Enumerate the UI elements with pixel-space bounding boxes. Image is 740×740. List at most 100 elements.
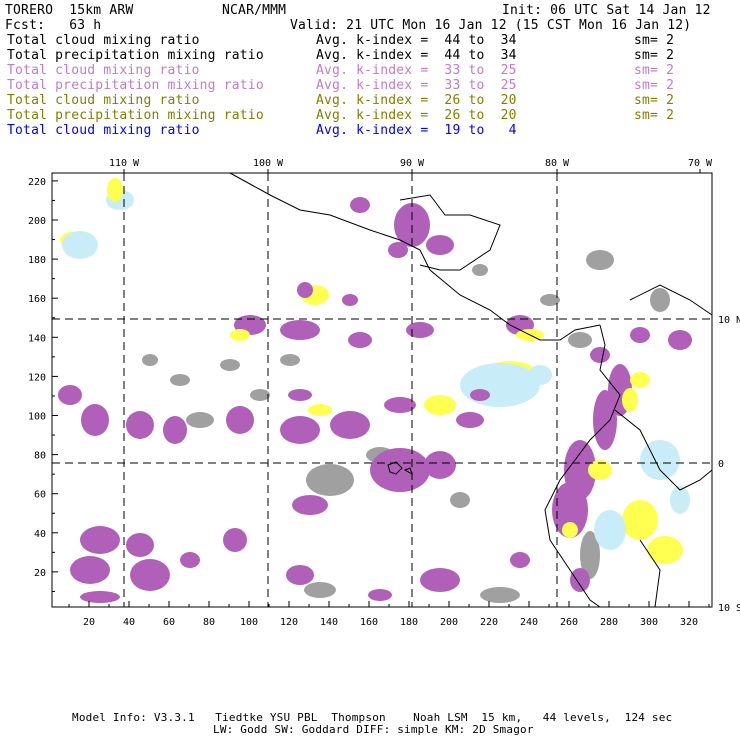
cloud-yellow xyxy=(107,178,123,202)
x-tick-label: 240 xyxy=(520,617,538,628)
cloud-gray xyxy=(280,354,300,366)
cloud-purple xyxy=(288,389,312,401)
cloud-purple xyxy=(470,389,490,401)
cloud-purple xyxy=(130,559,170,591)
cloud-gray xyxy=(220,359,240,371)
x-tick-label: 200 xyxy=(440,617,458,628)
cloud-purple xyxy=(570,568,590,592)
y-tick-label: 180 xyxy=(28,255,46,266)
cloud-gray xyxy=(306,464,354,496)
cloud-purple xyxy=(297,282,313,298)
y-tick-label: 20 xyxy=(34,568,46,579)
x-tick-label: 280 xyxy=(600,617,618,628)
x-tick-label: 260 xyxy=(560,617,578,628)
cloud-purple xyxy=(330,411,370,439)
x-tick-label: 180 xyxy=(400,617,418,628)
y-tick-label: 120 xyxy=(28,372,46,383)
cloud-purple xyxy=(384,397,416,413)
cloud-purple xyxy=(81,404,109,436)
cloud-purple xyxy=(420,568,460,592)
cloud-purple xyxy=(280,320,320,340)
footer-physics-info: LW: Godd SW: Goddard DIFF: simple KM: 2D… xyxy=(213,723,534,736)
x-tick-label: 120 xyxy=(280,617,298,628)
cloud-purple xyxy=(126,533,154,557)
x-tick-label: 60 xyxy=(163,617,175,628)
cloud-yellow xyxy=(630,372,650,388)
cloud-gray xyxy=(186,412,214,428)
y-tick-label: 60 xyxy=(34,490,46,501)
cloud-purple xyxy=(292,495,328,515)
cloud-gray xyxy=(472,264,488,276)
cloud-gray xyxy=(568,332,592,348)
cloud-lightblue xyxy=(640,440,680,480)
y-tick-label: 200 xyxy=(28,216,46,227)
x-tick-label: 300 xyxy=(640,617,658,628)
longitude-label: 80 W xyxy=(545,158,570,169)
x-tick-label: 20 xyxy=(83,617,95,628)
cloud-purple xyxy=(510,552,530,568)
longitude-label: 90 W xyxy=(400,158,425,169)
cloud-purple xyxy=(668,330,692,350)
x-tick-label: 160 xyxy=(360,617,378,628)
cloud-purple xyxy=(180,552,200,568)
cloud-gray xyxy=(586,250,614,270)
cloud-purple xyxy=(280,416,320,444)
cloud-purple xyxy=(388,242,408,258)
cloud-purple xyxy=(286,565,314,585)
cloud-purple xyxy=(424,451,456,479)
cloud-yellow xyxy=(622,500,658,540)
cloud-gray xyxy=(450,492,470,508)
weather-map-figure: TORERO 15km ARW NCAR/MMM Init: 06 UTC Sa… xyxy=(0,0,740,740)
cloud-gray xyxy=(480,587,520,603)
x-tick-label: 40 xyxy=(123,617,135,628)
longitude-label: 100 W xyxy=(253,158,284,169)
x-tick-label: 220 xyxy=(480,617,498,628)
y-tick-label: 100 xyxy=(28,412,46,423)
cloud-yellow xyxy=(230,329,250,341)
cloud-yellow xyxy=(647,536,683,564)
x-tick-label: 80 xyxy=(203,617,215,628)
map-plot: 110 W 100 W 90 W 80 W 70 W 10 N 0 10 S 20 40 60 80 1… xyxy=(28,158,740,628)
x-tick-label: 140 xyxy=(320,617,338,628)
coastline xyxy=(629,284,713,316)
cloud-purple xyxy=(348,332,372,348)
cloud-yellow xyxy=(424,395,456,415)
cloud-yellow xyxy=(562,522,578,538)
cloud-purple xyxy=(406,322,434,338)
cloud-purple xyxy=(590,347,610,363)
coastline xyxy=(229,172,601,341)
cloud-purple xyxy=(593,390,617,450)
cloud-purple xyxy=(456,412,484,428)
cloud-gray xyxy=(170,374,190,386)
cloud-purple xyxy=(80,526,120,554)
latitude-label: 10 S xyxy=(718,603,740,614)
cloud-yellow xyxy=(308,404,332,416)
cloud-yellow xyxy=(622,388,638,412)
cloud-purple xyxy=(368,589,392,601)
cloud-gray xyxy=(142,354,158,366)
longitude-label: 110 W xyxy=(109,158,140,169)
cloud-purple xyxy=(630,327,650,343)
cloud-lightblue xyxy=(460,363,540,407)
y-tick-label: 80 xyxy=(34,451,46,462)
cloud-purple xyxy=(80,591,120,603)
cloud-lightblue xyxy=(62,231,98,259)
cloud-purple xyxy=(70,556,110,584)
x-tick-label: 320 xyxy=(680,617,698,628)
y-tick-label: 140 xyxy=(28,333,46,344)
cloud-purple xyxy=(163,416,187,444)
cloud-purple xyxy=(58,385,82,405)
cloud-purple xyxy=(126,411,154,439)
longitude-label: 70 W xyxy=(688,158,713,169)
latitude-label: 0 xyxy=(718,459,724,470)
cloud-gray xyxy=(250,389,270,401)
cloud-purple xyxy=(223,528,247,552)
cloud-lightblue xyxy=(594,510,626,550)
cloud-lightblue xyxy=(528,365,552,385)
cloud-purple xyxy=(226,406,254,434)
cloud-purple xyxy=(350,197,370,213)
cloud-gray xyxy=(650,288,670,312)
y-tick-label: 40 xyxy=(34,529,46,540)
cloud-purple xyxy=(342,294,358,306)
y-tick-label: 220 xyxy=(28,177,46,188)
